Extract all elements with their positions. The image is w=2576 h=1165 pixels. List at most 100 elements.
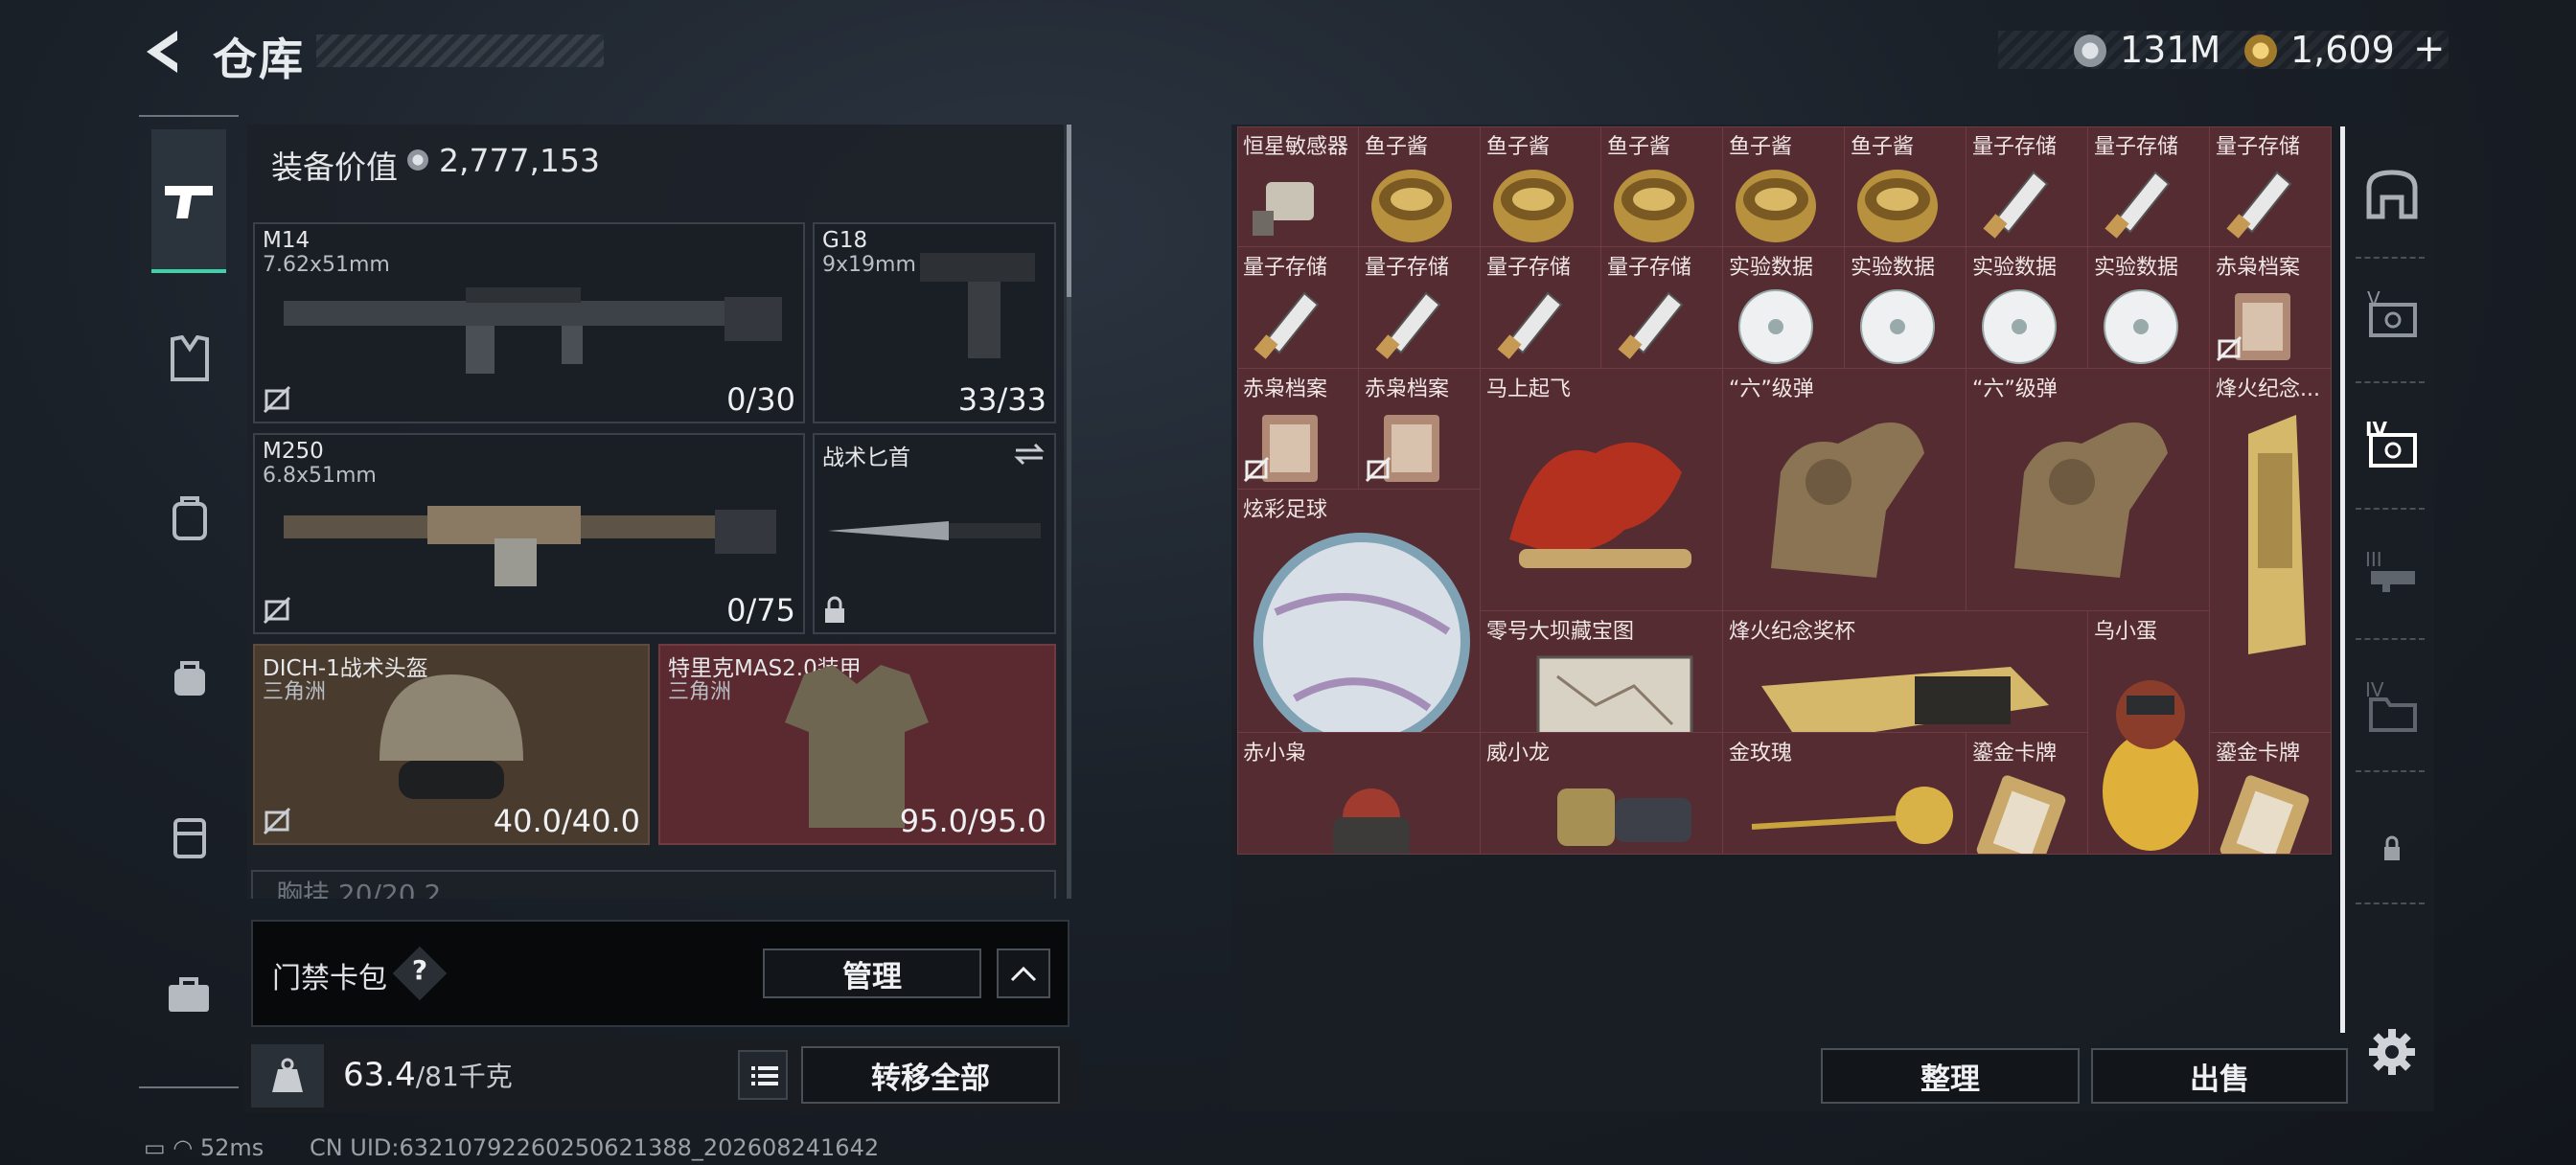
stash-item[interactable]: “六”级弹 <box>1723 369 1966 611</box>
weapon-name: G18 <box>822 228 868 253</box>
pistol-image <box>920 253 1035 358</box>
rose-item-icon <box>1751 787 1953 844</box>
no-insure-icon <box>2216 335 2242 362</box>
stash-item-name: 量子存储 <box>1365 256 1450 280</box>
stash-item[interactable]: “六”级弹 <box>1966 369 2210 611</box>
stash-item-name: 赤小枭 <box>1243 742 1307 765</box>
add-currency-button[interactable]: + <box>2413 27 2446 71</box>
usb-item-icon <box>2226 171 2292 239</box>
stash-item-name: 量子存储 <box>2094 135 2179 159</box>
stash-item[interactable]: 量子存储 <box>2210 126 2332 247</box>
stash-main-icon[interactable] <box>2363 165 2421 222</box>
slot-helmet[interactable]: DICH-1战术头盔 三角洲 40.0/40.0 <box>253 644 650 845</box>
stash-item-name: 鱼子酱 <box>1486 135 1551 159</box>
stash-scrollbar[interactable] <box>2340 126 2345 1033</box>
stash-item[interactable]: 鱼子酱 <box>1601 126 1723 247</box>
stash-item-name: 赤枭档案 <box>1243 377 1328 401</box>
stash-item-name: 乌小蛋 <box>2094 620 2158 644</box>
no-insure-icon <box>263 807 291 835</box>
gear-icon[interactable] <box>2363 1023 2421 1081</box>
stash-tab-iv-active[interactable]: IV <box>2363 418 2421 475</box>
stash-item[interactable]: 鱼子酱 <box>1359 126 1481 247</box>
stash-item-name: 鱼子酱 <box>1729 135 1793 159</box>
stash-item-name: “六”级弹 <box>1729 377 1814 401</box>
fist-item-icon <box>2014 423 2168 578</box>
stash-item[interactable]: 恒星敏感器 <box>1237 126 1359 247</box>
caviar-item-icon <box>1614 170 1694 242</box>
usb-item-icon <box>2104 171 2171 239</box>
stash-item[interactable]: 赤枭档案 <box>2210 247 2332 369</box>
transfer-all-button[interactable]: 转移全部 <box>801 1046 1060 1104</box>
toolbox-icon[interactable] <box>167 975 211 1014</box>
stash-item[interactable]: 马上起飞 <box>1481 369 1723 611</box>
stash-item-name: 零号大坝藏宝图 <box>1486 620 1635 644</box>
rifle-case-icon <box>2371 571 2415 592</box>
stash-item[interactable]: 赤枭档案 <box>1237 369 1359 490</box>
slot-secondary-primary-weapon[interactable]: M250 6.8x51mm 0/75 <box>253 433 805 634</box>
stash-item-name: 实验数据 <box>2094 256 2179 280</box>
stash-item[interactable]: 量子存储 <box>2088 126 2210 247</box>
stash-item[interactable]: 乌小蛋 <box>2088 611 2210 855</box>
vest-icon[interactable] <box>169 335 211 381</box>
stash-tab-iii[interactable]: III <box>2363 548 2421 605</box>
stash-item[interactable]: 零号大坝藏宝图 <box>1481 611 1723 733</box>
stash-item[interactable]: 鱼子酱 <box>1845 126 1966 247</box>
stash-item-name: 烽火纪念... <box>2216 377 2320 401</box>
stash-item[interactable]: 金玫瑰 <box>1723 733 1966 855</box>
caviar-item-icon <box>1493 170 1574 242</box>
stash-item[interactable]: 鱼子酱 <box>1723 126 1845 247</box>
stash-item[interactable]: 鎏金卡牌 <box>2210 733 2332 855</box>
stash-tab-v[interactable]: V <box>2363 287 2421 345</box>
egg-item-icon <box>2103 680 2198 851</box>
stash-item[interactable]: 量子存储 <box>1359 247 1481 369</box>
case-icon[interactable] <box>172 812 207 858</box>
stash-item-name: 鎏金卡牌 <box>2216 742 2301 765</box>
backpack-icon[interactable] <box>171 494 209 542</box>
ball-item-icon <box>1254 533 1470 732</box>
stash-item-name: 金玫瑰 <box>1729 742 1793 765</box>
slot-melee-weapon[interactable]: 战术匕首 <box>813 433 1056 634</box>
stash-item[interactable]: 实验数据 <box>2088 247 2210 369</box>
card-item-icon <box>1976 775 2066 854</box>
slot-armor[interactable]: 特里克MAS2.0装甲 三角洲 95.0/95.0 <box>658 644 1056 845</box>
stash-item[interactable]: 烽火纪念奖杯 <box>1723 611 2088 733</box>
list-view-button[interactable] <box>738 1050 788 1100</box>
stash-tab-iv-folder[interactable]: IV <box>2363 678 2421 736</box>
stash-item-name: 赤枭档案 <box>2216 256 2301 280</box>
stash-item[interactable]: 烽火纪念... <box>2210 369 2332 733</box>
stash-item[interactable]: 量子存储 <box>1237 247 1359 369</box>
stash-item[interactable]: 赤小枭 <box>1237 733 1481 855</box>
sort-button[interactable]: 整理 <box>1821 1048 2080 1104</box>
disc-item-icon <box>1860 289 1935 364</box>
help-icon[interactable]: ? <box>410 954 429 986</box>
stash-item-name: “六”级弹 <box>1972 377 2058 401</box>
chest-rig-slot-partial[interactable]: 胸挂 20/20 2 <box>251 870 1056 899</box>
card-bag-label: 门禁卡包 <box>272 962 387 995</box>
usb-item-icon <box>1618 291 1684 359</box>
slot-secondary-weapon[interactable]: G18 9x19mm 33/33 <box>813 222 1056 423</box>
no-insure-icon <box>263 596 291 625</box>
stash-item[interactable]: 实验数据 <box>1723 247 1845 369</box>
uid-text: CN UID:6321079226025062138​8_20260824164… <box>309 1134 880 1161</box>
expand-up-button[interactable] <box>997 948 1050 998</box>
stash-item[interactable]: 量子存储 <box>1481 247 1601 369</box>
stash-item[interactable]: 赤枭档案 <box>1359 369 1481 490</box>
stash-item[interactable]: 鎏金卡牌 <box>1966 733 2088 855</box>
stash-item[interactable]: 威小龙 <box>1481 733 1723 855</box>
stash-item[interactable]: 实验数据 <box>1845 247 1966 369</box>
swap-icon[interactable] <box>1012 441 1046 468</box>
equipment-scrollbar-thumb[interactable] <box>1067 125 1071 297</box>
stash-item[interactable]: 鱼子酱 <box>1481 126 1601 247</box>
stash-item[interactable]: 炫彩足球 <box>1237 490 1481 733</box>
slot-primary-weapon[interactable]: M14 7.62x51mm 0/30 <box>253 222 805 423</box>
disc-item-icon <box>2104 289 2178 364</box>
stash-item[interactable]: 量子存储 <box>1601 247 1723 369</box>
page-title: 仓库 <box>213 34 305 85</box>
manage-button[interactable]: 管理 <box>763 948 981 998</box>
bag-icon[interactable] <box>171 657 209 697</box>
stash-item[interactable]: 实验数据 <box>1966 247 2088 369</box>
figure-item-icon <box>1333 788 1410 854</box>
stash-item[interactable]: 量子存储 <box>1966 126 2088 247</box>
sell-button[interactable]: 出售 <box>2091 1048 2348 1104</box>
back-arrow-icon[interactable] <box>139 27 187 77</box>
